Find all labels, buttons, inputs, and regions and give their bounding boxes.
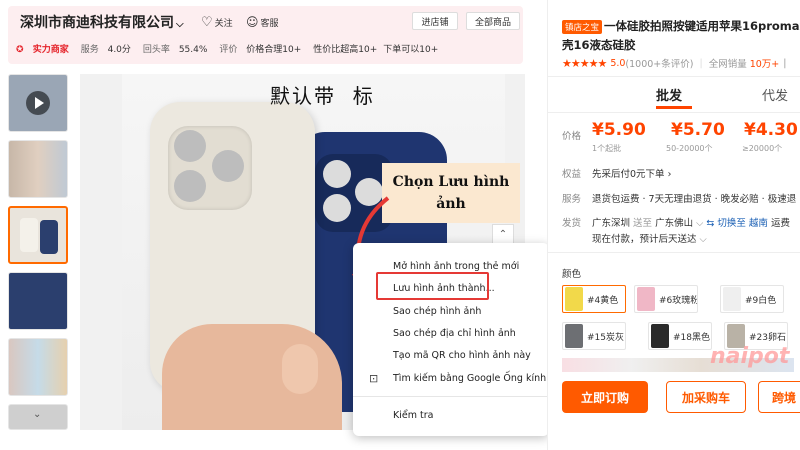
menu-copy-image[interactable]: Sao chép hình ảnh bbox=[393, 306, 481, 317]
instruction-callout: Chọn Lưu hình ảnh bbox=[382, 163, 520, 223]
price-label: 价格 bbox=[562, 131, 582, 142]
chat-icon: ☺ bbox=[246, 15, 259, 29]
thumbnail-3-selected[interactable] bbox=[8, 206, 68, 264]
metric-service: 服务 4.0分 bbox=[80, 45, 131, 55]
add-to-cart-button[interactable]: 加采购车 bbox=[666, 381, 746, 413]
shop-banner: 深圳市商迪科技有限公司 ⌵ ♡ 关注 ☺ 客服 进店铺 全部商品 ✪ 实力商家 服务 … bbox=[8, 6, 523, 64]
thumbnail-6[interactable]: ⌄ bbox=[8, 404, 68, 430]
medal-icon: ✪ bbox=[16, 45, 24, 55]
stars-icon: ★★★★★ bbox=[562, 56, 607, 70]
highlight-box bbox=[376, 272, 489, 300]
switch-region-link[interactable]: ⇆ 切换至 越南 bbox=[706, 218, 768, 229]
menu-divider bbox=[353, 396, 549, 397]
chevron-down-icon: ⌵ bbox=[696, 218, 704, 229]
menu-open-image-new-tab[interactable]: Mở hình ảnh trong thẻ mới bbox=[393, 261, 519, 272]
price-tier-3-note: ≥20000个 bbox=[742, 144, 783, 153]
lens-icon: ⊡ bbox=[369, 372, 379, 385]
ship-row: 广东深圳 送至 广东佛山 ⌵ ⇆ 切换至 越南 运费 bbox=[592, 218, 790, 229]
photo-caption: 默认带 标 bbox=[270, 84, 375, 108]
play-icon bbox=[26, 91, 50, 115]
chevron-down-icon[interactable]: ⌄ bbox=[33, 409, 41, 420]
strong-merchant-badge: ✪ 实力商家 bbox=[16, 45, 69, 55]
chevron-up-icon[interactable]: ⌃ bbox=[492, 224, 514, 244]
price-tier-3: ¥4.30 bbox=[744, 120, 798, 140]
thumbnail-5[interactable] bbox=[8, 338, 68, 396]
ship-destination[interactable]: 广东佛山 bbox=[655, 218, 693, 229]
thumbnail-video[interactable] bbox=[8, 74, 68, 132]
store-tag: 镇店之宝 bbox=[562, 20, 603, 34]
thumbnail-2[interactable] bbox=[8, 140, 68, 198]
product-panel: 镇店之宝 一体硅胶拍照按键适用苹果16promax摄 壳16液态硅胶 ★★★★★… bbox=[547, 0, 800, 450]
price-tier-1: ¥5.90 bbox=[592, 120, 646, 140]
menu-copy-image-address[interactable]: Sao chép địa chỉ hình ảnh bbox=[393, 328, 516, 339]
price-tier-2: ¥5.70 bbox=[671, 120, 725, 140]
dropship-button[interactable]: 跨境 bbox=[758, 381, 800, 413]
metric-review-2: 性价比超高10+ bbox=[313, 45, 378, 55]
buy-now-button[interactable]: 立即订购 bbox=[562, 381, 648, 413]
price-tier-2-note: 50-20000个 bbox=[666, 144, 713, 153]
thumb bbox=[282, 344, 318, 394]
customer-service-button[interactable]: ☺ 客服 bbox=[246, 15, 279, 29]
metric-review-1: 评价 价格合理10+ bbox=[219, 45, 302, 55]
chevron-right-icon: › bbox=[667, 169, 672, 180]
service-text: 退货包运费 · 7天无理由退货 · 晚发必赔 · 极速退 bbox=[592, 194, 797, 205]
rating-row: ★★★★★ 5.0 (1000+条评价) | 全网销量 10万+ | bbox=[562, 56, 787, 71]
tab-underline bbox=[656, 106, 692, 109]
product-title-line1: 一体硅胶拍照按键适用苹果16promax摄 bbox=[604, 19, 800, 33]
benefit-label: 权益 bbox=[562, 169, 582, 180]
menu-google-lens[interactable]: Tìm kiếm bằng Google Ống kính bbox=[393, 373, 546, 384]
product-title-line2: 壳16液态硅胶 bbox=[562, 38, 636, 52]
color-option-yellow[interactable]: #4黄色 bbox=[562, 285, 626, 313]
thumbnail-4[interactable] bbox=[8, 272, 68, 330]
tab-dropship[interactable]: 代发 bbox=[762, 85, 788, 104]
watermark-logo: naipot bbox=[710, 344, 790, 369]
metric-review-3: 下单可以10+ bbox=[383, 45, 439, 55]
chevron-down-icon: ⌵ bbox=[699, 234, 707, 245]
color-option-black[interactable]: #18黑色 bbox=[648, 322, 712, 350]
enter-shop-button[interactable]: 进店铺 bbox=[412, 12, 458, 30]
price-tier-1-note: 1个起批 bbox=[592, 144, 622, 153]
menu-create-qr[interactable]: Tạo mã QR cho hình ảnh này bbox=[393, 350, 531, 361]
metric-return-rate: 回头率 55.4% bbox=[142, 45, 208, 55]
color-option-charcoal[interactable]: #15炭灰 bbox=[562, 322, 626, 350]
benefit-text[interactable]: 先采后付0元下单 › bbox=[592, 166, 671, 180]
shop-name[interactable]: 深圳市商迪科技有限公司 ⌵ bbox=[20, 12, 184, 32]
follow-button[interactable]: ♡ 关注 bbox=[201, 15, 233, 30]
color-option-white[interactable]: #9白色 bbox=[720, 285, 784, 313]
color-label: 颜色 bbox=[562, 269, 582, 280]
heart-icon: ♡ bbox=[201, 15, 213, 30]
ship-label: 发货 bbox=[562, 218, 582, 229]
shop-metrics: ✪ 实力商家 服务 4.0分 回头率 55.4% 评价 价格合理10+ 性价比超… bbox=[16, 42, 444, 55]
color-option-rose[interactable]: #6玫瑰粉 bbox=[634, 285, 698, 313]
menu-inspect[interactable]: Kiểm tra bbox=[393, 410, 433, 421]
service-label: 服务 bbox=[562, 194, 582, 205]
ship-eta: 现在付款，预计后天送达 ⌵ bbox=[592, 234, 707, 245]
swap-icon: ⇆ bbox=[706, 218, 715, 229]
chevron-down-icon[interactable]: ⌵ bbox=[176, 19, 184, 30]
tab-wholesale[interactable]: 批发 bbox=[656, 85, 682, 104]
all-products-button[interactable]: 全部商品 bbox=[466, 12, 520, 30]
